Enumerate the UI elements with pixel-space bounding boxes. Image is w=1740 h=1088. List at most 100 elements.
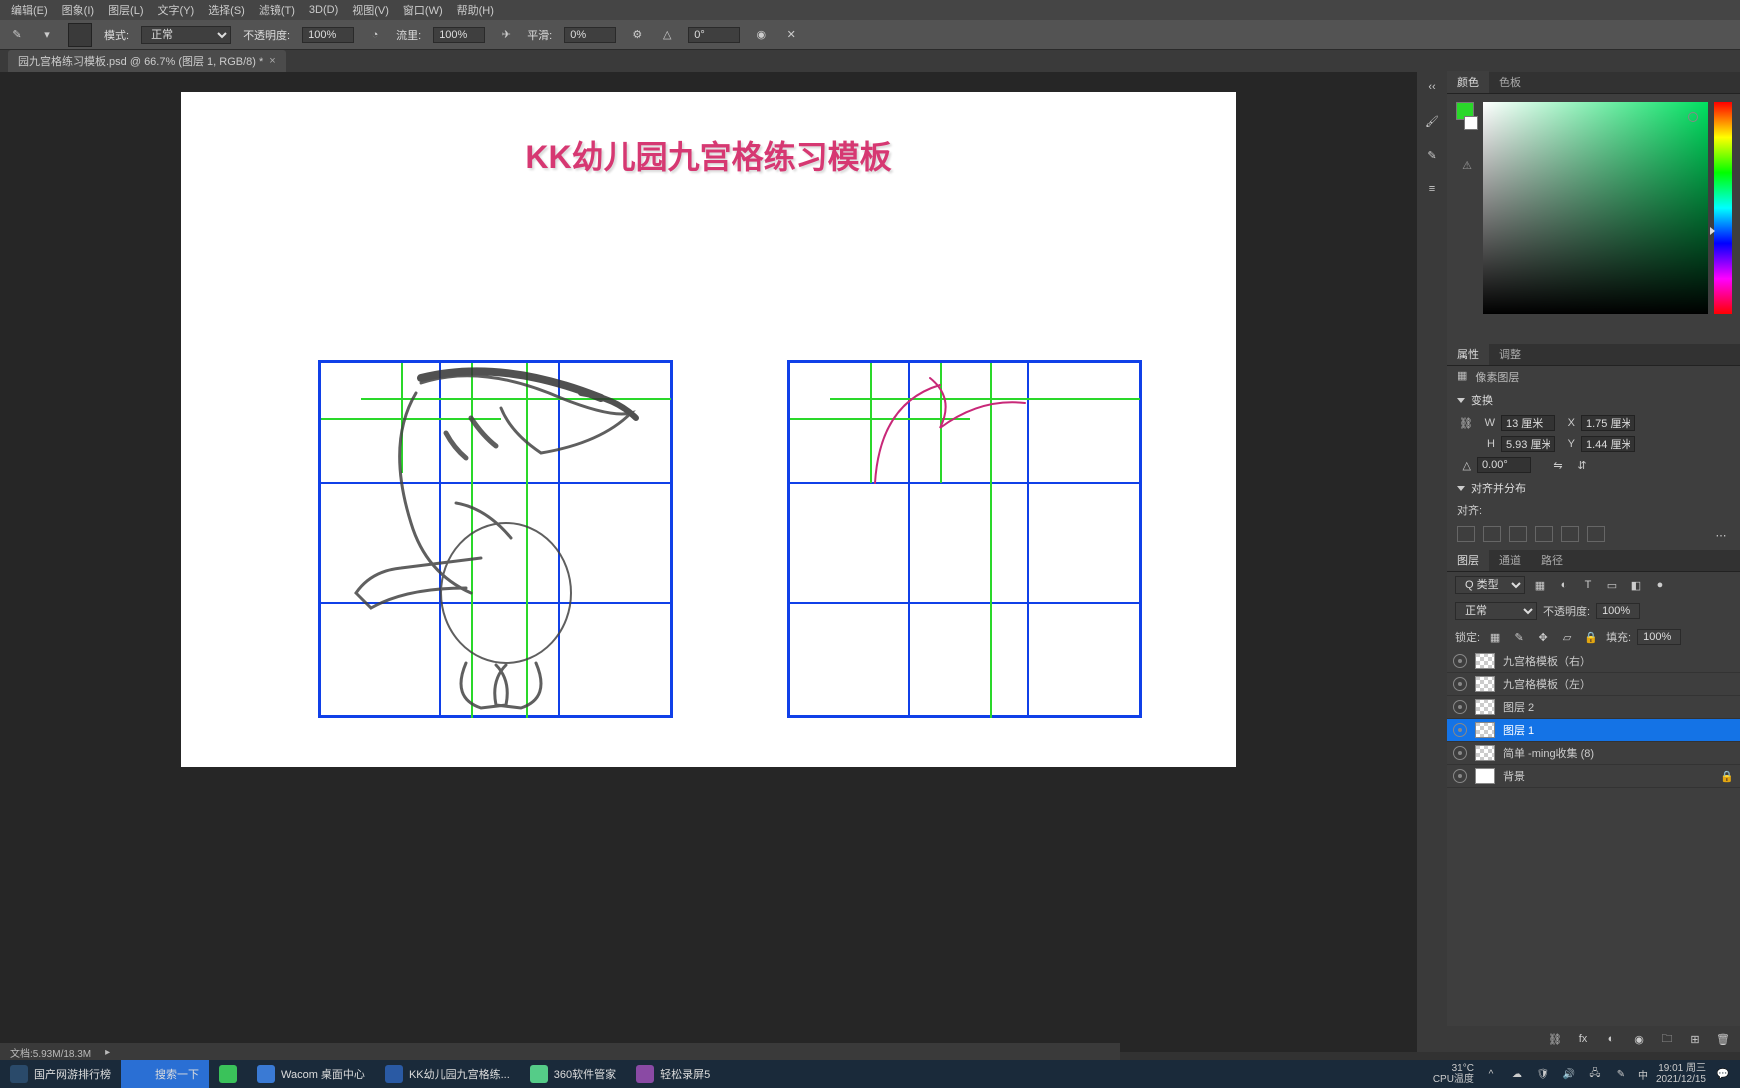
brushes-panel-icon[interactable]: 🖌 (1423, 112, 1441, 130)
symmetry-icon[interactable]: ✕ (782, 26, 800, 44)
background-color-swatch[interactable] (1464, 116, 1478, 130)
transform-header[interactable]: 变换 (1447, 388, 1740, 412)
document-tab[interactable]: 园九宫格练习模板.psd @ 66.7% (图层 1, RGB/8) * × (8, 50, 286, 72)
layer-row[interactable]: 图层 2 (1447, 696, 1740, 719)
tab-swatches[interactable]: 色板 (1489, 71, 1531, 93)
tray-tablet-icon[interactable]: ✎ (1612, 1065, 1630, 1083)
flip-v-icon[interactable]: ⇵ (1573, 456, 1591, 474)
smooth-gear-icon[interactable]: ⚙ (628, 26, 646, 44)
align-top-icon[interactable] (1535, 526, 1553, 542)
pressure-opacity-icon[interactable]: ◔ (366, 26, 384, 44)
taskbar-item[interactable]: 轻松录屏5 (626, 1060, 720, 1088)
filter-shape-icon[interactable]: ▭ (1603, 576, 1621, 594)
align-vcenter-icon[interactable] (1561, 526, 1579, 542)
tab-adjustments[interactable]: 调整 (1489, 343, 1531, 365)
panel-collapse-icon[interactable]: ‹‹ (1423, 78, 1441, 96)
lock-artboard-icon[interactable]: ▱ (1558, 628, 1576, 646)
angle-prop-input[interactable] (1477, 457, 1531, 473)
visibility-icon[interactable] (1453, 746, 1467, 760)
link-layers-icon[interactable]: ⛓ (1546, 1030, 1564, 1048)
flip-h-icon[interactable]: ⇋ (1549, 456, 1567, 474)
lock-all-icon[interactable]: 🔒 (1582, 628, 1600, 646)
group-icon[interactable]: 🗀 (1658, 1030, 1676, 1048)
layer-row[interactable]: 图层 1 (1447, 719, 1740, 742)
layer-row[interactable]: 背景 🔒 (1447, 765, 1740, 788)
canvas-area[interactable]: KK幼儿园九宫格练习模板 (0, 72, 1417, 1052)
link-wh-icon[interactable]: ⛓ (1457, 414, 1475, 432)
layer-thumbnail[interactable] (1475, 653, 1495, 669)
status-arrow-icon[interactable]: ▸ (105, 1047, 110, 1058)
settings-panel-icon[interactable]: ≡ (1423, 180, 1441, 198)
filter-pixel-icon[interactable]: ▦ (1531, 576, 1549, 594)
tray-shield-icon[interactable]: 🛡 (1534, 1065, 1552, 1083)
tray-sync-icon[interactable]: ☁ (1508, 1065, 1526, 1083)
menu-help[interactable]: 帮助(H) (451, 0, 500, 20)
layer-row[interactable]: 简单 -ming收集 (8) (1447, 742, 1740, 765)
layer-opacity-input[interactable] (1596, 603, 1640, 619)
layer-row[interactable]: 九宫格模板（右） (1447, 650, 1740, 673)
layer-thumbnail[interactable] (1475, 768, 1495, 784)
align-hcenter-icon[interactable] (1483, 526, 1501, 542)
smooth-input[interactable] (564, 27, 616, 43)
fill-input[interactable] (1637, 629, 1681, 645)
menu-image[interactable]: 图象(I) (56, 0, 100, 20)
align-right-icon[interactable] (1509, 526, 1527, 542)
height-input[interactable] (1501, 436, 1555, 452)
hue-slider[interactable] (1714, 102, 1732, 314)
layer-fx-icon[interactable]: fx (1574, 1030, 1592, 1048)
tab-color[interactable]: 颜色 (1447, 71, 1489, 93)
menu-view[interactable]: 视图(V) (346, 0, 395, 20)
brush-settings-icon[interactable]: ✎ (1423, 146, 1441, 164)
menu-type[interactable]: 文字(Y) (152, 0, 201, 20)
notifications-icon[interactable]: 💬 (1714, 1065, 1732, 1083)
taskbar-item[interactable]: 360软件管家 (520, 1060, 626, 1088)
adjustment-layer-icon[interactable]: ◉ (1630, 1030, 1648, 1048)
delete-layer-icon[interactable]: 🗑 (1714, 1030, 1732, 1048)
brush-tool-icon[interactable]: ✎ (8, 26, 26, 44)
layer-thumbnail[interactable] (1475, 699, 1495, 715)
tab-paths[interactable]: 路径 (1531, 549, 1573, 571)
menu-select[interactable]: 选择(S) (202, 0, 251, 20)
filter-type-icon[interactable]: T (1579, 576, 1597, 594)
flow-input[interactable] (433, 27, 485, 43)
taskbar-item[interactable]: KK幼儿园九宫格练... (375, 1060, 520, 1088)
visibility-icon[interactable] (1453, 700, 1467, 714)
tab-properties[interactable]: 属性 (1447, 343, 1489, 365)
brush-preview-icon[interactable] (68, 23, 92, 47)
new-layer-icon[interactable]: ⊞ (1686, 1030, 1704, 1048)
tray-net-icon[interactable]: 🖧 (1586, 1065, 1604, 1083)
angle-input[interactable] (688, 27, 740, 43)
x-input[interactable] (1581, 415, 1635, 431)
visibility-icon[interactable] (1453, 723, 1467, 737)
layer-thumbnail[interactable] (1475, 676, 1495, 692)
layer-filter-select[interactable]: Q 类型 (1455, 576, 1525, 594)
align-left-icon[interactable] (1457, 526, 1475, 542)
taskbar-item[interactable]: 国产网游排行榜 (0, 1060, 121, 1088)
menu-3d[interactable]: 3D(D) (303, 2, 344, 18)
layer-row[interactable]: 九宫格模板（左） (1447, 673, 1740, 696)
filter-toggle-icon[interactable]: ● (1651, 576, 1669, 594)
layer-thumbnail[interactable] (1475, 722, 1495, 738)
lock-position-icon[interactable]: ✥ (1534, 628, 1552, 646)
lock-paint-icon[interactable]: ✎ (1510, 628, 1528, 646)
menu-window[interactable]: 窗口(W) (397, 0, 449, 20)
align-header[interactable]: 对齐并分布 (1447, 476, 1740, 500)
menu-layer[interactable]: 图层(L) (102, 0, 149, 20)
tab-channels[interactable]: 通道 (1489, 549, 1531, 571)
menu-filter[interactable]: 滤镜(T) (253, 0, 301, 20)
taskbar-item[interactable] (209, 1060, 247, 1088)
menu-edit[interactable]: 编辑(E) (5, 0, 54, 20)
lock-transparent-icon[interactable]: ▦ (1486, 628, 1504, 646)
saturation-value-box[interactable] (1483, 102, 1708, 314)
pressure-size-icon[interactable]: ◉ (752, 26, 770, 44)
layer-mask-icon[interactable]: ◐ (1602, 1030, 1620, 1048)
visibility-icon[interactable] (1453, 654, 1467, 668)
visibility-icon[interactable] (1453, 769, 1467, 783)
blend-mode-select[interactable]: 正常 (141, 26, 231, 44)
width-input[interactable] (1501, 415, 1555, 431)
close-icon[interactable]: × (269, 55, 275, 67)
tray-up-icon[interactable]: ^ (1482, 1065, 1500, 1083)
more-align-icon[interactable]: ⋯ (1712, 526, 1730, 544)
filter-adjust-icon[interactable]: ◐ (1555, 576, 1573, 594)
opacity-input[interactable] (302, 27, 354, 43)
